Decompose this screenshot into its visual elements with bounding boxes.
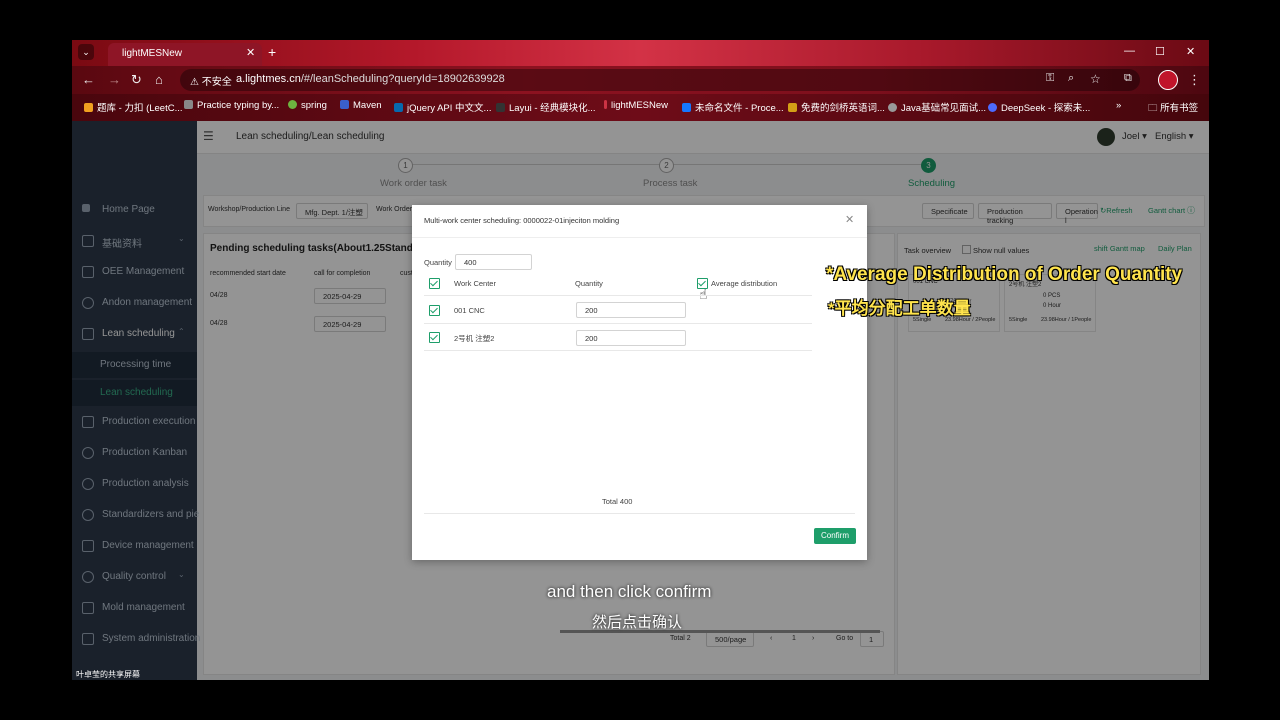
quantity-label: Quantity xyxy=(424,258,452,267)
bookmark-favicon xyxy=(84,103,93,112)
bookmark-leetcode[interactable]: 题库 - 力扣 (LeetC... xyxy=(84,100,183,114)
bookmark-java[interactable]: Java基础常见面试... xyxy=(888,100,986,114)
bookmark-favicon xyxy=(888,103,897,112)
new-tab-icon[interactable]: + xyxy=(268,44,276,60)
tab-title: lightMESNew xyxy=(122,48,183,59)
tab-close-icon[interactable]: ✕ xyxy=(246,46,255,59)
bookmark-lightmes[interactable]: lightMESNew xyxy=(604,100,668,111)
window-close-icon[interactable]: ✕ xyxy=(1186,45,1195,58)
row-2-checkbox[interactable] xyxy=(429,332,440,343)
more-bookmarks-icon[interactable]: » xyxy=(1116,100,1121,111)
col-quantity: Quantity xyxy=(575,279,603,288)
row-1-checkbox[interactable] xyxy=(429,305,440,316)
star-icon[interactable]: ☆ xyxy=(1090,72,1101,86)
bookmark-jquery[interactable]: jQuery API 中文文... xyxy=(394,100,491,114)
url-input[interactable]: ⚠ 不安全 a.lightmes.cn/#/leanScheduling?que… xyxy=(180,69,1140,91)
screen-share-label: 叶卓莹的共享屏幕 xyxy=(76,670,140,679)
forward-icon[interactable]: → xyxy=(108,72,121,87)
minimize-icon[interactable]: — xyxy=(1124,45,1135,57)
close-icon[interactable]: ✕ xyxy=(845,213,854,226)
divider xyxy=(424,513,855,514)
security-label: 不安全 xyxy=(201,77,232,88)
folder-icon: 🗀 xyxy=(1148,103,1161,114)
home-icon[interactable]: ⌂ xyxy=(155,72,163,87)
tab-active[interactable]: lightMESNew ✕ xyxy=(108,43,262,66)
col-work-center: Work Center xyxy=(454,279,496,288)
zoom-icon[interactable]: ⌕ xyxy=(1068,72,1074,85)
total-label: Total 400 xyxy=(602,497,633,506)
dialog-header: Multi-work center scheduling: 0000022-01… xyxy=(412,205,867,238)
bookmark-favicon xyxy=(288,100,297,109)
all-bookmarks[interactable]: 🗀 所有书签 xyxy=(1148,100,1198,117)
bookmark-favicon xyxy=(682,103,691,112)
bookmark-favicon xyxy=(184,100,193,109)
bookmarks-bar: 题库 - 力扣 (LeetC... Practice typing by... … xyxy=(72,94,1209,121)
back-icon[interactable]: ← xyxy=(82,72,95,87)
annotation-zh: *平均分配工单数量 xyxy=(828,299,971,318)
bookmark-spring[interactable]: spring xyxy=(288,100,327,111)
average-distribution-label: Average distribution xyxy=(711,279,778,288)
bookmark-favicon xyxy=(394,103,403,112)
divider xyxy=(424,323,812,324)
annotation-en: *Average Distribution of Order Quantity xyxy=(826,264,1183,285)
bookmark-processon[interactable]: 未命名文件 - Proce... xyxy=(682,100,784,114)
tab-search-icon[interactable]: ⌄ xyxy=(78,44,94,60)
select-all-checkbox[interactable] xyxy=(429,278,440,289)
bookmark-layui[interactable]: Layui - 经典模块化... xyxy=(496,100,596,114)
row-2-work-center: 2号机 注塑2 xyxy=(454,334,495,343)
tab-strip: ⌄ lightMESNew ✕ + — ☐ ✕ xyxy=(72,40,1209,66)
reload-icon[interactable]: ↻ xyxy=(131,72,142,88)
divider xyxy=(424,295,812,296)
extensions-icon[interactable]: ⧉ xyxy=(1124,72,1132,85)
profile-icon[interactable] xyxy=(1158,70,1178,90)
bookmark-typing[interactable]: Practice typing by... xyxy=(184,100,279,111)
bookmark-favicon xyxy=(604,100,607,109)
confirm-button[interactable]: Confirm xyxy=(814,528,856,544)
bookmark-deepseek[interactable]: DeepSeek - 探索未... xyxy=(988,100,1090,114)
bookmark-maven[interactable]: Maven xyxy=(340,100,382,111)
address-bar-row: ← → ↻ ⌂ ⚠ 不安全 a.lightmes.cn/#/leanSchedu… xyxy=(72,66,1209,94)
key-icon[interactable]: ⚿ xyxy=(1046,72,1054,85)
menu-icon[interactable]: ⋮ xyxy=(1188,72,1201,88)
dialog-title: Multi-work center scheduling: 0000022-01… xyxy=(424,216,620,225)
security-warning[interactable]: ⚠ 不安全 xyxy=(190,73,232,88)
url-host: a.lightmes.cn xyxy=(236,73,301,85)
row-1-work-center: 001 CNC xyxy=(454,306,485,315)
url-text: a.lightmes.cn/#/leanScheduling?queryId=1… xyxy=(236,73,505,85)
bookmark-favicon xyxy=(788,103,797,112)
subtitle-zh: 然后点击确认 xyxy=(592,614,683,631)
quantity-input[interactable]: 400 xyxy=(455,254,532,270)
bookmark-favicon xyxy=(340,100,349,109)
subtitle-en: and then click confirm xyxy=(547,582,712,601)
bookmark-cambridge[interactable]: 免费的剑桥英语词... xyxy=(788,100,885,114)
bookmark-favicon xyxy=(496,103,505,112)
maximize-icon[interactable]: ☐ xyxy=(1155,45,1165,58)
url-path: /#/leanScheduling?queryId=18902639928 xyxy=(300,73,505,85)
multi-work-center-dialog: Multi-work center scheduling: 0000022-01… xyxy=(412,205,867,560)
divider xyxy=(424,350,812,351)
row-2-quantity-input[interactable]: 200 xyxy=(576,330,686,346)
bookmark-favicon xyxy=(988,103,997,112)
row-1-quantity-input[interactable]: 200 xyxy=(576,302,686,318)
